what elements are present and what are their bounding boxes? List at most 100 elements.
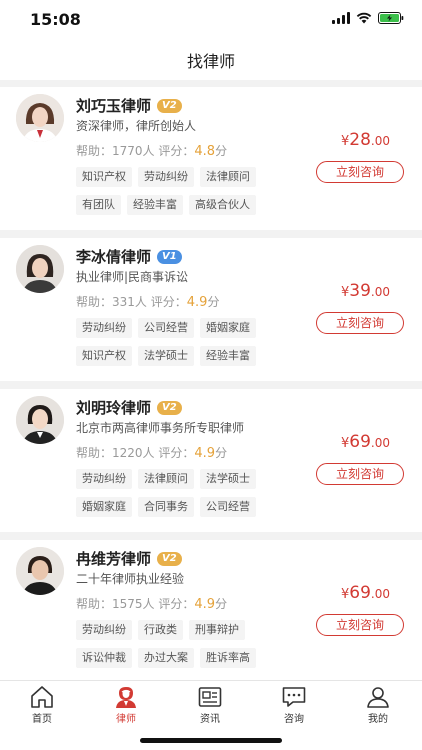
level-badge: V2 bbox=[157, 551, 182, 566]
lawyer-title: 执业律师|民商事诉讼 bbox=[76, 270, 189, 284]
price: ¥69.00 bbox=[341, 583, 390, 603]
status-bar: 15:08 bbox=[0, 0, 422, 40]
tag: 婚姻家庭 bbox=[200, 318, 256, 338]
consult-button[interactable]: 立刻咨询 bbox=[316, 463, 404, 485]
name-row: 冉维芳律师 V2 bbox=[76, 548, 182, 569]
lawyer-card[interactable]: 冉维芳律师 V2 二十年律师执业经验 帮助：1575人 评分：4.9分 劳动纠纷… bbox=[0, 540, 422, 683]
lawyer-name: 刘明玲律师 bbox=[76, 399, 152, 417]
lawyer-stats: 帮助：331人 评分：4.9分 bbox=[76, 293, 219, 310]
status-icons bbox=[332, 12, 404, 24]
lawyer-stats: 帮助：1575人 评分：4.9分 bbox=[76, 595, 227, 612]
score-value: 4.9 bbox=[186, 295, 208, 310]
tag: 法学硕士 bbox=[138, 346, 194, 366]
score-label: 评分： bbox=[150, 295, 187, 309]
tag: 劳动纠纷 bbox=[76, 620, 132, 640]
tag: 劳动纠纷 bbox=[76, 318, 132, 338]
tag: 经验丰富 bbox=[200, 346, 256, 366]
tab-label: 我的 bbox=[368, 714, 388, 725]
lawyer-card[interactable]: 刘巧玉律师 V2 资深律师，律所创始人 帮助：1770人 评分：4.8分 知识产… bbox=[0, 87, 422, 230]
lawyer-icon bbox=[116, 687, 136, 708]
lawyer-title: 资深律师，律所创始人 bbox=[76, 119, 197, 133]
price-decimal: .00 bbox=[370, 134, 390, 148]
tag: 有团队 bbox=[76, 195, 121, 215]
help-label: 帮助： bbox=[76, 144, 113, 158]
score-label: 评分： bbox=[158, 446, 195, 460]
score-value: 4.8 bbox=[194, 144, 216, 159]
chat-icon bbox=[282, 687, 306, 707]
page-title: 找律师 bbox=[186, 52, 235, 71]
level-badge: V1 bbox=[157, 249, 182, 264]
consult-button[interactable]: 立刻咨询 bbox=[316, 312, 404, 334]
lawyer-stats: 帮助：1770人 评分：4.8分 bbox=[76, 142, 227, 159]
home-icon bbox=[31, 686, 53, 708]
tab-news[interactable]: 资讯 bbox=[168, 685, 252, 725]
tag: 劳动纠纷 bbox=[138, 167, 194, 187]
price-decimal: .00 bbox=[370, 285, 390, 299]
avatar bbox=[16, 245, 64, 293]
help-label: 帮助： bbox=[76, 597, 113, 611]
tab-consult[interactable]: 咨询 bbox=[252, 685, 336, 725]
price-integer: 39 bbox=[349, 281, 371, 301]
tag: 知识产权 bbox=[76, 346, 132, 366]
tag: 高级合伙人 bbox=[189, 195, 256, 215]
help-count: 1220人 bbox=[112, 446, 155, 460]
score-label: 评分： bbox=[158, 597, 195, 611]
tag: 法学硕士 bbox=[200, 469, 256, 489]
level-badge: V2 bbox=[157, 98, 182, 113]
help-label: 帮助： bbox=[76, 446, 113, 460]
score-unit: 分 bbox=[215, 446, 228, 460]
price-decimal: .00 bbox=[370, 587, 390, 601]
tag: 办过大案 bbox=[138, 648, 194, 668]
profile-icon bbox=[367, 687, 389, 708]
tag: 诉讼仲裁 bbox=[76, 648, 132, 668]
tag: 法律顾问 bbox=[200, 167, 256, 187]
tab-lawyer[interactable]: 律师 bbox=[84, 685, 168, 725]
lawyer-title: 北京市两高律师事务所专职律师 bbox=[76, 421, 245, 435]
tag: 公司经营 bbox=[200, 497, 256, 517]
tag: 胜诉率高 bbox=[200, 648, 256, 668]
score-value: 4.9 bbox=[194, 446, 216, 461]
avatar bbox=[16, 94, 64, 142]
tag-list: 劳动纠纷 公司经营 婚姻家庭 知识产权 法学硕士 经验丰富 bbox=[76, 318, 296, 374]
name-row: 刘明玲律师 V2 bbox=[76, 397, 182, 418]
tag: 劳动纠纷 bbox=[76, 469, 132, 489]
tag: 公司经营 bbox=[138, 318, 194, 338]
lawyer-card[interactable]: 李冰倩律师 V1 执业律师|民商事诉讼 帮助：331人 评分：4.9分 劳动纠纷… bbox=[0, 238, 422, 381]
tab-label: 资讯 bbox=[200, 714, 220, 725]
tag: 刑事辩护 bbox=[189, 620, 245, 640]
help-label: 帮助： bbox=[76, 295, 113, 309]
price: ¥69.00 bbox=[341, 432, 390, 452]
tab-profile[interactable]: 我的 bbox=[336, 685, 420, 725]
consult-button[interactable]: 立刻咨询 bbox=[316, 614, 404, 636]
tag: 行政类 bbox=[138, 620, 183, 640]
lawyer-card[interactable]: 刘明玲律师 V2 北京市两高律师事务所专职律师 帮助：1220人 评分：4.9分… bbox=[0, 389, 422, 532]
tag: 经验丰富 bbox=[127, 195, 183, 215]
tag-list: 劳动纠纷 法律顾问 法学硕士 婚姻家庭 合同事务 公司经营 bbox=[76, 469, 296, 525]
avatar bbox=[16, 547, 64, 595]
score-value: 4.9 bbox=[194, 597, 216, 612]
price-integer: 28 bbox=[349, 130, 371, 150]
name-row: 李冰倩律师 V1 bbox=[76, 246, 182, 267]
consult-button[interactable]: 立刻咨询 bbox=[316, 161, 404, 183]
score-unit: 分 bbox=[215, 597, 228, 611]
tab-home[interactable]: 首页 bbox=[0, 685, 84, 725]
tag-list: 劳动纠纷 行政类 刑事辩护 诉讼仲裁 办过大案 胜诉率高 bbox=[76, 620, 296, 676]
tab-label: 律师 bbox=[116, 714, 136, 725]
tag: 婚姻家庭 bbox=[76, 497, 132, 517]
signal-icon bbox=[332, 12, 350, 24]
tab-label: 咨询 bbox=[284, 714, 304, 725]
price-integer: 69 bbox=[349, 432, 371, 452]
help-count: 331人 bbox=[112, 295, 147, 309]
battery-icon bbox=[378, 12, 404, 24]
tab-label: 首页 bbox=[32, 714, 52, 725]
price-integer: 69 bbox=[349, 583, 371, 603]
lawyer-title: 二十年律师执业经验 bbox=[76, 572, 185, 586]
price: ¥39.00 bbox=[341, 281, 390, 301]
lawyer-name: 冉维芳律师 bbox=[76, 550, 152, 568]
home-indicator[interactable] bbox=[140, 738, 282, 743]
help-count: 1575人 bbox=[112, 597, 155, 611]
help-count: 1770人 bbox=[112, 144, 155, 158]
score-unit: 分 bbox=[215, 144, 228, 158]
lawyer-name: 刘巧玉律师 bbox=[76, 97, 152, 115]
status-time: 15:08 bbox=[30, 10, 81, 29]
